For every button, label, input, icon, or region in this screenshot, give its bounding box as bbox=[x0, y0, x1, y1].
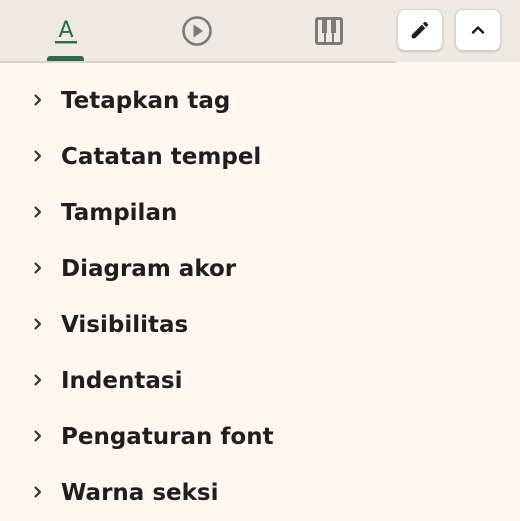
chevron-right-icon bbox=[34, 430, 42, 442]
tab-text-format[interactable]: A bbox=[26, 0, 106, 61]
svg-text:A: A bbox=[58, 18, 73, 43]
chevron-up-icon bbox=[471, 26, 485, 34]
menu-item-label: Tetapkan tag bbox=[61, 88, 231, 114]
menu-item-tetapkan-tag[interactable]: Tetapkan tag bbox=[0, 73, 520, 129]
chevron-right-icon bbox=[34, 374, 42, 386]
chevron-right-icon bbox=[34, 94, 42, 106]
toolbar-divider bbox=[0, 61, 396, 63]
tab-playback[interactable] bbox=[157, 0, 237, 61]
menu-item-label: Visibilitas bbox=[61, 312, 189, 338]
collapse-button[interactable] bbox=[455, 9, 501, 51]
menu-item-visibilitas[interactable]: Visibilitas bbox=[0, 297, 520, 353]
menu-item-pengaturan-font[interactable]: Pengaturan font bbox=[0, 409, 520, 465]
edit-button[interactable] bbox=[397, 9, 443, 51]
pencil-icon bbox=[411, 21, 429, 39]
chevron-right-icon bbox=[34, 262, 42, 274]
menu-item-warna-seksi[interactable]: Warna seksi bbox=[0, 465, 520, 521]
menu-item-label: Catatan tempel bbox=[61, 144, 262, 170]
top-toolbar: A bbox=[0, 0, 520, 62]
chevron-right-icon bbox=[34, 486, 42, 498]
settings-menu: Tetapkan tag Catatan tempel Tampilan Dia… bbox=[0, 73, 520, 521]
chevron-right-icon bbox=[34, 150, 42, 162]
text-format-icon: A bbox=[55, 18, 77, 43]
chevron-right-icon bbox=[34, 318, 42, 330]
menu-item-label: Indentasi bbox=[61, 368, 183, 394]
menu-item-label: Pengaturan font bbox=[61, 424, 274, 450]
menu-item-label: Tampilan bbox=[61, 200, 178, 226]
menu-item-indentasi[interactable]: Indentasi bbox=[0, 353, 520, 409]
menu-item-catatan-tempel[interactable]: Catatan tempel bbox=[0, 129, 520, 185]
chevron-right-icon bbox=[34, 206, 42, 218]
tab-piano[interactable] bbox=[289, 0, 369, 61]
piano-keys-icon bbox=[315, 16, 343, 45]
menu-item-diagram-akor[interactable]: Diagram akor bbox=[0, 241, 520, 297]
menu-item-tampilan[interactable]: Tampilan bbox=[0, 185, 520, 241]
play-circle-icon bbox=[182, 15, 212, 46]
menu-item-label: Warna seksi bbox=[61, 480, 219, 506]
menu-item-label: Diagram akor bbox=[61, 256, 237, 282]
